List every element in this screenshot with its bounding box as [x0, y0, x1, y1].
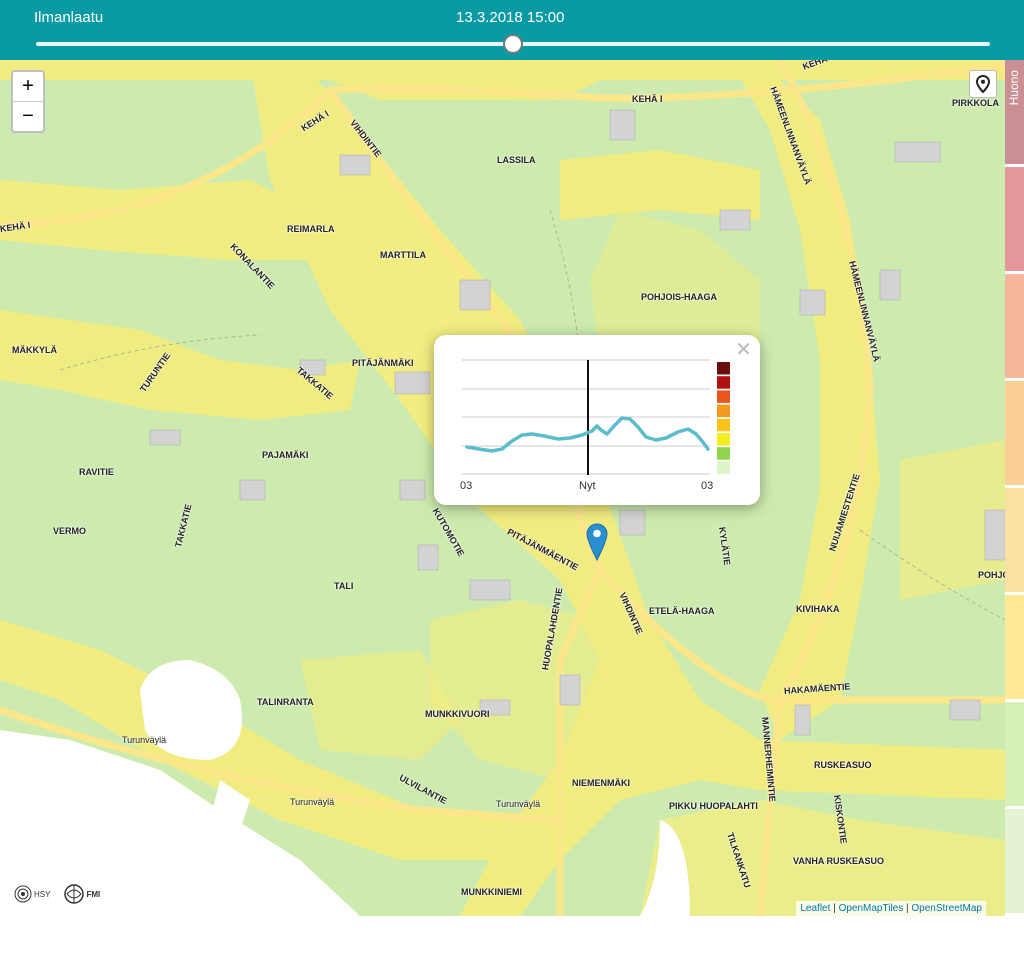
place-label: RAVITIE [79, 467, 114, 477]
place-label: POHJO [978, 570, 1005, 580]
fmi-logo: FMI [64, 884, 100, 904]
place-label: REIMARLA [287, 224, 335, 234]
zoom-control: + − [11, 70, 45, 133]
top-bar: Ilmanlaatu 13.3.2018 15:00 [0, 0, 1024, 60]
legend-segment [1005, 595, 1024, 699]
legend-segment [1005, 274, 1024, 378]
road-label: KEHÄ I [632, 94, 663, 104]
legend-segment [1005, 167, 1024, 271]
place-label: Turunväylä [496, 799, 541, 809]
zoom-out-button[interactable]: − [13, 102, 43, 131]
legend-segment [1005, 381, 1024, 485]
pollution-scale-swatch [717, 433, 730, 446]
chart-gridlines [462, 359, 710, 475]
place-label: PIRKKOLA [952, 98, 999, 108]
leaflet-link[interactable]: Leaflet [800, 903, 830, 914]
legend-segment [1005, 488, 1024, 592]
hsy-logo-icon [14, 885, 32, 903]
pollution-scale-swatch [717, 404, 730, 418]
place-label: NIEMENMÄKI [572, 778, 630, 788]
map-attribution: Leaflet | OpenMapTiles | OpenStreetMap [796, 901, 986, 916]
pollution-scale-swatch [717, 418, 730, 432]
legend-segment [1005, 809, 1024, 913]
place-label: Turunväylä [122, 735, 167, 745]
pollution-scale-swatch [717, 447, 730, 460]
pollution-scale-swatch [717, 461, 730, 474]
locate-button[interactable] [969, 70, 997, 98]
place-label: KIVIHAKA [796, 604, 840, 614]
place-label: VANHA RUSKEASUO [793, 856, 885, 866]
pollution-scale-swatch [717, 362, 730, 375]
air-quality-legend: Huono Hyvä [1005, 60, 1024, 953]
place-label: LASSILA [497, 155, 536, 165]
fmi-logo-text: FMI [86, 889, 101, 899]
place-label: MÄKKYLÄ [12, 345, 57, 355]
place-label: PAJAMÄKI [262, 450, 309, 460]
openstreetmap-link[interactable]: OpenStreetMap [911, 903, 982, 914]
openmaptiles-link[interactable]: OpenMapTiles [839, 903, 904, 914]
x-axis-label: Nyt [579, 480, 596, 492]
legend-top-label: Huono [1007, 70, 1021, 106]
place-label: MUNKKINIEMI [461, 887, 522, 897]
location-marker[interactable] [586, 523, 608, 566]
hsy-logo: HSY [14, 885, 50, 903]
forecast-chart [462, 359, 730, 475]
pollution-scale-swatch [717, 376, 730, 389]
place-label: ETELÄ-HAAGA [649, 606, 715, 616]
place-label: Turunväylä [290, 797, 335, 807]
place-label: PITÄJÄNMÄKI [352, 358, 414, 368]
forecast-popup: ✕ 03 Nyt 03 [434, 335, 760, 505]
place-label: MUNKKIVUORI [425, 709, 490, 719]
x-axis-label: 03 [460, 480, 473, 492]
fmi-logo-icon [64, 884, 85, 904]
current-datetime: 13.3.2018 15:00 [456, 9, 565, 26]
hsy-logo-text: HSY [34, 889, 51, 899]
place-label: TALI [334, 581, 354, 591]
map-pin-icon [976, 75, 990, 93]
pollution-scale [717, 362, 730, 474]
time-slider-thumb[interactable] [503, 34, 523, 54]
app-title: Ilmanlaatu [34, 9, 104, 26]
x-axis-label: 03 [701, 480, 714, 492]
place-label: RUSKEASUO [814, 760, 872, 770]
separator: | [830, 903, 839, 914]
legend-segment [1005, 702, 1024, 806]
place-label: PIKKU HUOPALAHTI [669, 801, 758, 811]
place-label: MARTTILA [380, 250, 426, 260]
place-label: TALINRANTA [257, 697, 314, 707]
place-label: VERMO [53, 526, 87, 536]
marker-icon [586, 523, 608, 562]
partner-logos: HSY FMI [14, 884, 100, 904]
place-label: POHJOIS-HAAGA [641, 292, 718, 302]
legend-bottom-label: Hyvä [1007, 926, 1021, 953]
pollution-scale-swatch [717, 390, 730, 403]
zoom-in-button[interactable]: + [13, 72, 43, 102]
